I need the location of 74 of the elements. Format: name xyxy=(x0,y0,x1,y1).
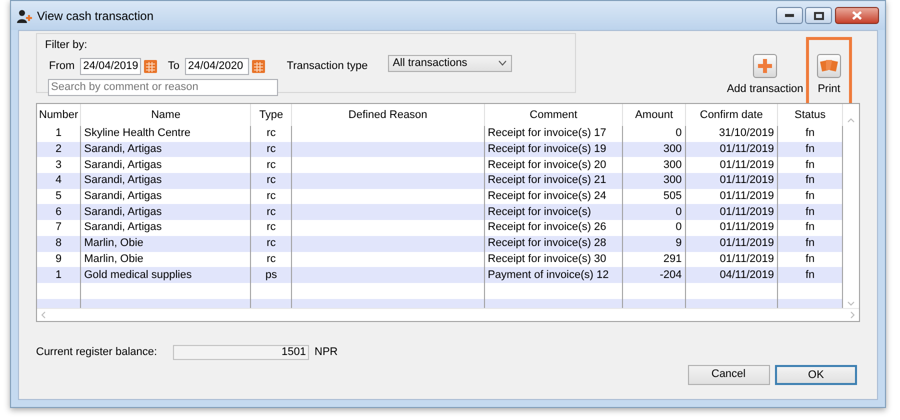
column-header[interactable]: Defined Reason xyxy=(292,104,484,126)
column-header[interactable]: Name xyxy=(80,104,251,126)
to-date-field[interactable]: 24/04/2020 xyxy=(185,58,250,74)
calendar-icon[interactable] xyxy=(252,60,265,72)
table-cell: 8 xyxy=(37,236,81,252)
table-cell: rc xyxy=(250,236,292,252)
column-header[interactable]: Comment xyxy=(484,104,623,126)
scroll-up-icon[interactable] xyxy=(847,118,856,123)
table-cell: Receipt for invoice(s) 28 xyxy=(484,236,623,252)
minimize-button[interactable] xyxy=(776,7,802,24)
table-cell: Sarandi, Artigas xyxy=(80,142,251,158)
table-cell: 04/11/2019 xyxy=(685,267,778,283)
table-cell: 9 xyxy=(622,236,686,252)
table-cell: Payment of invoice(s) 12 xyxy=(484,267,623,283)
table-cell: Sarandi, Artigas xyxy=(80,204,251,220)
scroll-left-icon[interactable] xyxy=(41,311,46,319)
table-cell: 300 xyxy=(622,142,686,158)
plus-icon xyxy=(753,54,778,78)
table-cell: rc xyxy=(250,142,292,158)
dialog-button[interactable]: Cancel xyxy=(688,364,770,384)
table-cell: fn xyxy=(778,267,843,283)
dialog-button[interactable]: OK xyxy=(775,364,857,384)
table-cell: 01/11/2019 xyxy=(685,173,778,189)
maximize-icon xyxy=(814,12,824,20)
from-date-field[interactable]: 24/04/2019 xyxy=(80,58,142,74)
column-header[interactable]: Confirm date xyxy=(685,104,778,126)
currency-label: NPR xyxy=(314,345,338,360)
table-cell: fn xyxy=(778,236,843,252)
column-header[interactable]: Status xyxy=(778,104,843,126)
maximize-button[interactable] xyxy=(805,7,832,24)
close-button[interactable] xyxy=(835,7,879,24)
table-cell: rc xyxy=(250,173,292,189)
table-cell: fn xyxy=(778,142,843,158)
to-label: To xyxy=(168,58,180,74)
table-cell: Sarandi, Artigas xyxy=(80,173,251,189)
column-header[interactable]: Type xyxy=(250,104,292,126)
transaction-type-label: Transaction type xyxy=(286,58,368,74)
table-cell: -204 xyxy=(622,267,686,283)
table-cell: Receipt for invoice(s) 19 xyxy=(484,142,623,158)
close-icon xyxy=(852,11,862,20)
balance-label: Current register balance: xyxy=(36,345,158,360)
table-cell: fn xyxy=(778,204,843,220)
table-cell: 0 xyxy=(622,204,686,220)
scroll-right-icon[interactable] xyxy=(850,311,855,319)
table-cell: fn xyxy=(778,173,843,189)
column-header[interactable]: Number xyxy=(37,104,81,126)
table-cell: 4 xyxy=(37,173,81,189)
column-header[interactable]: Amount xyxy=(622,104,686,126)
table-cell: rc xyxy=(250,204,292,220)
horizontal-scrollbar[interactable] xyxy=(37,308,859,321)
from-label: From xyxy=(49,58,75,74)
table-cell: ps xyxy=(250,267,292,283)
minimize-icon xyxy=(784,14,794,17)
table-cell: Gold medical supplies xyxy=(80,267,251,283)
table-cell: 300 xyxy=(622,173,686,189)
table-cell: 01/11/2019 xyxy=(685,204,778,220)
balance-field: 1501 xyxy=(173,344,309,360)
window-title: View cash transaction xyxy=(37,8,154,24)
table-cell: 01/11/2019 xyxy=(685,236,778,252)
chevron-icon xyxy=(498,60,507,66)
scroll-down-icon[interactable] xyxy=(847,301,856,306)
table-cell: 1 xyxy=(37,267,81,283)
table-cell: Marlin, Obie xyxy=(80,236,251,252)
table-cell: Receipt for invoice(s) 21 xyxy=(484,173,623,189)
calendar-icon[interactable] xyxy=(144,60,157,72)
filter-legend: Filter by: xyxy=(45,37,567,54)
cards-icon xyxy=(817,54,841,78)
table-cell: Receipt for invoice(s) xyxy=(484,204,623,220)
people-icon xyxy=(17,8,33,22)
table-cell: 6 xyxy=(37,204,81,220)
table-cell: 01/11/2019 xyxy=(685,142,778,158)
search-field[interactable]: Search by comment or reason xyxy=(48,78,278,96)
table-cell: 2 xyxy=(37,142,81,158)
transaction-type-dropdown[interactable]: All transactions xyxy=(388,54,512,72)
